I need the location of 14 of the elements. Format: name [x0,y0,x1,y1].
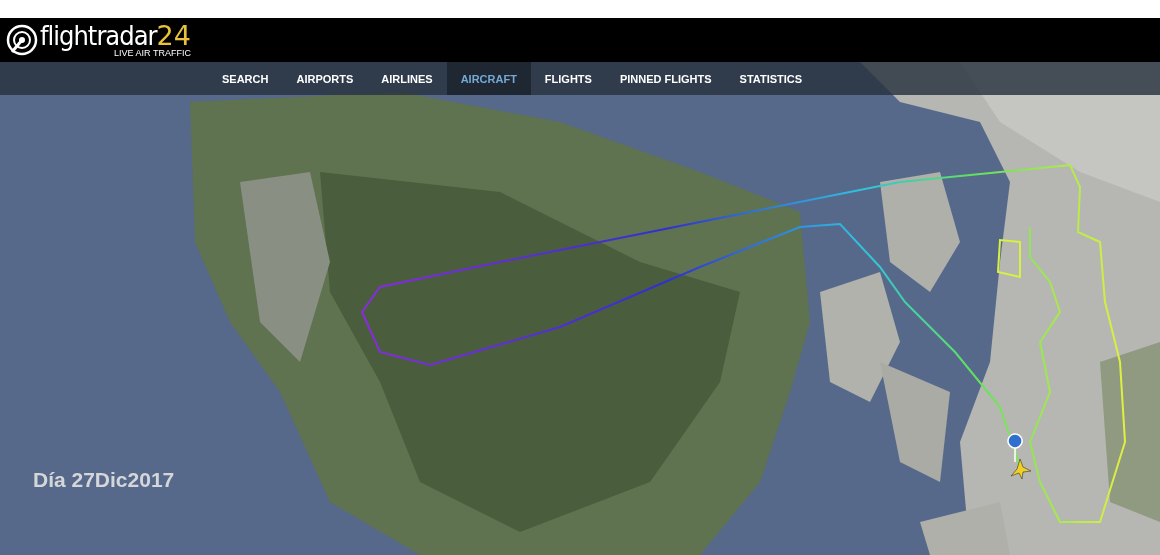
nav-tab[interactable]: STATISTICS [725,62,817,95]
nav-tab[interactable]: AIRLINES [367,62,447,95]
location-pin-icon [1007,433,1023,463]
nav-tab[interactable]: FLIGHTS [530,62,606,95]
date-caption: Día 27Dic2017 [33,468,175,492]
radar-logo-icon [6,24,38,56]
logo-name: flightradar [40,22,157,50]
logo-number: 24 [156,22,191,50]
airplane-icon [1010,458,1032,480]
logo-tagline: LIVE AIR TRAFFIC [114,48,191,58]
nav-tab[interactable]: PINNED FLIGHTS [605,62,726,95]
nav-tab[interactable]: AIRCRAFT [446,62,531,95]
nav-tab[interactable]: AIRPORTS [282,62,368,95]
nav-tab[interactable]: SEARCH [208,62,283,95]
